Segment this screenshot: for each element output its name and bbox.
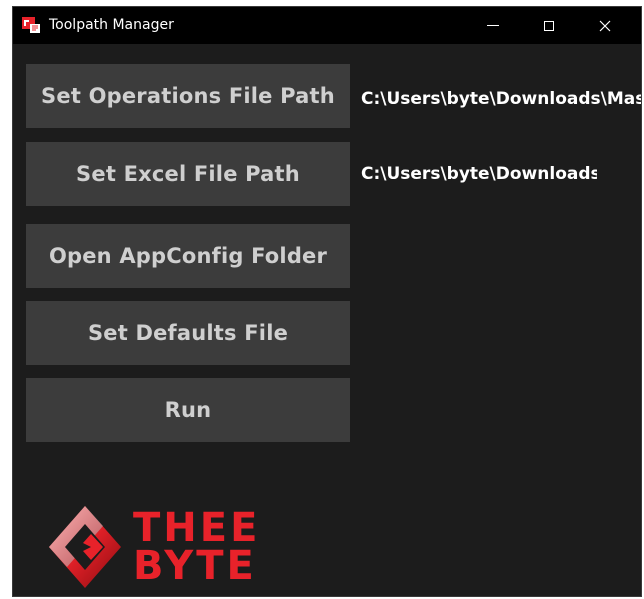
close-icon — [599, 20, 611, 31]
set-excel-file-path-button[interactable]: Set Excel File Path — [26, 142, 350, 206]
logo-text-line1: THEE — [133, 505, 261, 551]
set-operations-file-path-button[interactable]: Set Operations File Path — [26, 64, 350, 128]
open-appconfig-folder-button[interactable]: Open AppConfig Folder — [26, 224, 350, 288]
excel-file-path-label: C:\Users\byte\Downloads\ — [361, 164, 597, 184]
minimize-button[interactable] — [465, 7, 521, 44]
thee-byte-logo: THEE BYTE — [47, 504, 307, 590]
window-title: Toolpath Manager — [49, 17, 174, 33]
toolpath-manager-window: Toolpath Manager Set Operations File Pat… — [12, 6, 642, 597]
maximize-button[interactable] — [521, 7, 577, 44]
minimize-icon — [487, 25, 499, 26]
logo-text-line2: BYTE — [133, 543, 257, 589]
thee-byte-diamond-logo-icon — [49, 506, 121, 588]
set-defaults-file-button[interactable]: Set Defaults File — [26, 301, 350, 365]
maximize-icon — [544, 20, 554, 31]
close-button[interactable] — [577, 7, 633, 44]
run-button[interactable]: Run — [26, 378, 350, 442]
app-icon — [21, 16, 41, 34]
operations-file-path-label: C:\Users\byte\Downloads\Mas — [361, 89, 642, 109]
title-bar[interactable]: Toolpath Manager — [13, 7, 641, 44]
